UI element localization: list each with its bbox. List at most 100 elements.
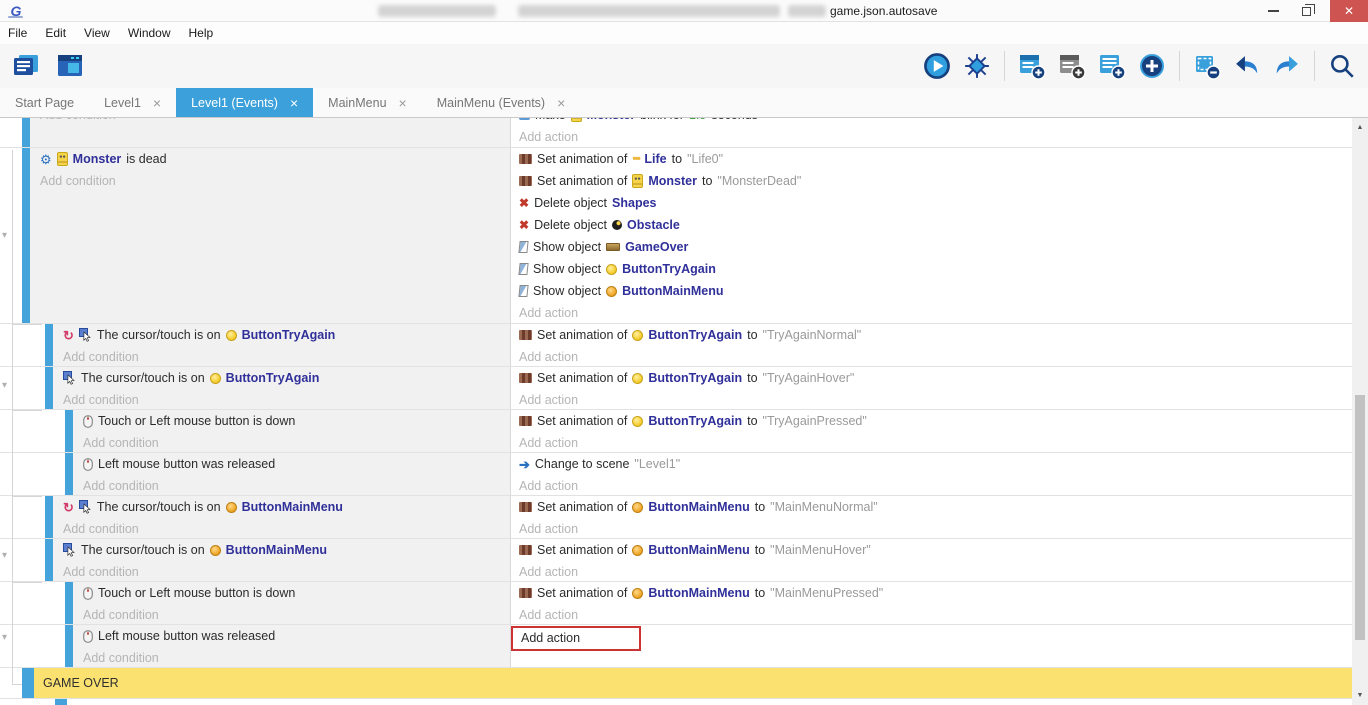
comment-body[interactable]: GAME OVER [34,668,1352,698]
action-set-animation-mainmenu-normal[interactable]: Set animation of ButtonMainMenu to "Main… [511,496,1352,518]
condition-cursor-on-tryagain[interactable]: The cursor/touch is on ButtonTryAgain [53,367,510,389]
tree-expander-icon[interactable]: ▾ [2,632,14,644]
event-handle[interactable] [22,668,34,698]
add-extension-button[interactable] [1134,47,1170,85]
add-subevent-button[interactable] [1094,47,1130,85]
events-sheet-icon[interactable] [8,47,44,85]
tab-mainmenu-events[interactable]: MainMenu (Events) × [422,88,581,117]
event-handle[interactable] [45,496,53,538]
undo-button[interactable] [1229,47,1265,85]
tree-expander-icon[interactable]: ▾ [2,380,14,392]
add-action-link[interactable]: Add action [511,561,1352,581]
remove-event-button[interactable] [1189,47,1225,85]
event-handle[interactable] [45,324,53,366]
tree-expander-icon[interactable]: ▾ [2,550,14,562]
menu-edit[interactable]: Edit [36,22,75,44]
actions-cell: Set animation of ButtonMainMenu to "Main… [511,539,1352,581]
condition-mouse-released[interactable]: Left mouse button was released [73,453,510,475]
add-action-link[interactable]: Add action [511,302,1352,323]
add-action-link[interactable]: Add action [511,518,1352,538]
action-set-animation-tryagain-hover[interactable]: Set animation of ButtonTryAgain to "TryA… [511,367,1352,389]
event-handle[interactable] [65,582,73,624]
debug-button[interactable] [959,47,995,85]
event-handle[interactable] [65,453,73,495]
event-handle[interactable] [55,699,67,705]
action-change-scene-level1[interactable]: ➔ Change to scene "Level1" [511,453,1352,475]
event-handle[interactable] [45,367,53,409]
action-param: "Level1" [634,457,680,471]
add-action-link[interactable]: Add action [511,432,1352,452]
redo-button[interactable] [1269,47,1305,85]
actions-cell: Set animation of ButtonTryAgain to "TryA… [511,324,1352,366]
add-event-button[interactable] [1014,47,1050,85]
action-show-buttonmainmenu[interactable]: Show object ButtonMainMenu [511,280,1352,302]
tab-mainmenu[interactable]: MainMenu × [313,88,422,117]
add-condition-link[interactable]: Add condition [73,647,510,667]
condition-mouse-down[interactable]: Touch or Left mouse button is down [73,410,510,432]
add-condition-link[interactable]: Add condition [73,432,510,452]
action-set-animation-mainmenu-pressed[interactable]: Set animation of ButtonMainMenu to "Main… [511,582,1352,604]
add-condition-link[interactable]: Add condition [73,604,510,624]
vertical-scrollbar[interactable]: ▲ ▼ [1352,118,1368,705]
action-set-animation-life[interactable]: Set animation of ••• Life to "Life0" [511,148,1352,170]
add-condition-link[interactable]: Add condition [53,518,510,538]
condition-text: Left mouse button was released [98,629,275,643]
add-action-link[interactable]: Add action [511,126,1352,147]
event-handle[interactable] [22,148,30,323]
close-button[interactable]: ✕ [1330,0,1368,22]
event-indent [0,668,22,698]
add-action-link[interactable]: Add action [511,346,1352,366]
add-condition-link[interactable]: Add condition [53,346,510,366]
add-condition-link[interactable]: Add condition [30,170,510,192]
scroll-down-icon[interactable]: ▼ [1352,688,1368,703]
condition-cursor-on-mainmenu-inverted[interactable]: ↻ The cursor/touch is on ButtonMainMenu [53,496,510,518]
minimize-button[interactable] [1258,0,1288,22]
tab-close-icon[interactable]: × [290,95,298,111]
menu-file[interactable]: File [0,22,36,44]
play-button[interactable] [919,47,955,85]
action-set-animation-mainmenu-hover[interactable]: Set animation of ButtonMainMenu to "Main… [511,539,1352,561]
add-comment-button[interactable] [1054,47,1090,85]
action-delete-obstacle[interactable]: ✖ Delete object Obstacle [511,214,1352,236]
action-set-animation-monster[interactable]: Set animation of Monster to "MonsterDead… [511,170,1352,192]
restore-button[interactable] [1291,0,1321,22]
add-action-link[interactable]: Add action [511,389,1352,409]
scroll-up-icon[interactable]: ▲ [1352,120,1368,135]
add-action-link[interactable]: Add action [511,475,1352,495]
action-set-animation-tryagain-normal[interactable]: Set animation of ButtonTryAgain to "TryA… [511,324,1352,346]
event-handle[interactable] [65,410,73,452]
condition-cursor-on-mainmenu[interactable]: The cursor/touch is on ButtonMainMenu [53,539,510,561]
condition-cursor-on-tryagain-inverted[interactable]: ↻ The cursor/touch is on ButtonTryAgain [53,324,510,346]
scene-editor-icon[interactable] [52,47,88,85]
condition-mouse-down[interactable]: Touch or Left mouse button is down [73,582,510,604]
search-button[interactable] [1324,47,1360,85]
add-condition-link[interactable]: Add condition [73,475,510,495]
tab-start-page[interactable]: Start Page [0,88,89,117]
add-condition-link[interactable]: Add condition [53,561,510,581]
event-handle[interactable] [45,539,53,581]
tab-close-icon[interactable]: × [399,95,407,111]
menu-view[interactable]: View [75,22,119,44]
tab-level1-events[interactable]: Level1 (Events) × [176,88,313,117]
condition-monster-is-dead[interactable]: ⚙ Monster is dead [30,148,510,170]
action-show-gameover[interactable]: Show object GameOver [511,236,1352,258]
condition-mouse-released[interactable]: Left mouse button was released [73,625,510,647]
object-name: Monster [648,174,697,188]
event-handle[interactable] [22,118,30,147]
action-delete-shapes[interactable]: ✖ Delete object Shapes [511,192,1352,214]
action-make-monster-blink[interactable]: Make Monster blink for 1.5 seconds [511,118,1352,126]
add-condition-link[interactable]: Add condition [53,389,510,409]
tab-close-icon[interactable]: × [153,95,161,111]
add-action-link-highlighted[interactable]: Add action [511,626,641,651]
event-handle[interactable] [65,625,73,667]
action-set-animation-tryagain-pressed[interactable]: Set animation of ButtonTryAgain to "TryA… [511,410,1352,432]
menu-help[interactable]: Help [180,22,223,44]
action-show-buttontryagain[interactable]: Show object ButtonTryAgain [511,258,1352,280]
add-condition-link[interactable]: Add condition [30,118,510,126]
tab-close-icon[interactable]: × [557,95,565,111]
add-action-link[interactable]: Add action [511,604,1352,624]
menu-window[interactable]: Window [119,22,180,44]
scrollbar-thumb[interactable] [1355,395,1365,640]
tab-level1[interactable]: Level1 × [89,88,176,117]
tree-expander-icon[interactable]: ▾ [2,230,14,242]
